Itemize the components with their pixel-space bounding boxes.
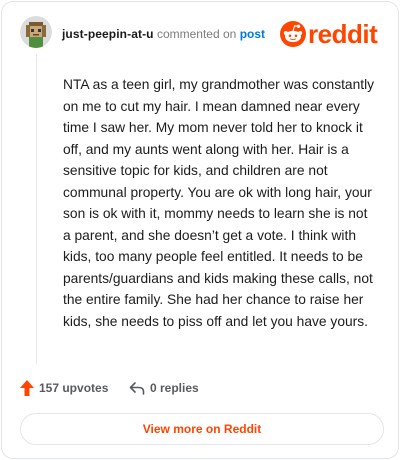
reddit-wordmark: reddit <box>308 19 378 49</box>
reddit-logo[interactable]: reddit <box>280 20 388 48</box>
reply-arrow-icon <box>129 382 145 395</box>
view-more-button[interactable]: View more on Reddit <box>20 413 384 445</box>
action-text: commented on <box>156 27 237 41</box>
thread-line <box>36 54 37 364</box>
avatar-icon <box>20 16 52 48</box>
upvote-count: 157 upvotes <box>39 381 109 395</box>
comment-header: just-peepin-at-u commented on post reddi… <box>20 16 386 50</box>
comment-actions: 157 upvotes 0 replies <box>20 378 380 398</box>
embed-card: just-peepin-at-u commented on post reddi… <box>1 1 399 459</box>
post-link[interactable]: post <box>240 27 265 41</box>
user-avatar[interactable] <box>20 16 52 48</box>
replies-button[interactable]: 0 replies <box>129 379 199 397</box>
upvote-arrow-icon <box>20 380 34 396</box>
upvote-button[interactable]: 157 upvotes <box>20 379 108 397</box>
comment-meta: just-peepin-at-u commented on post <box>62 27 265 41</box>
replies-count: 0 replies <box>150 381 199 395</box>
username[interactable]: just-peepin-at-u <box>62 27 154 41</box>
comment-body: NTA as a teen girl, my grandmother was c… <box>63 77 375 329</box>
reddit-snoo-icon <box>280 21 306 47</box>
